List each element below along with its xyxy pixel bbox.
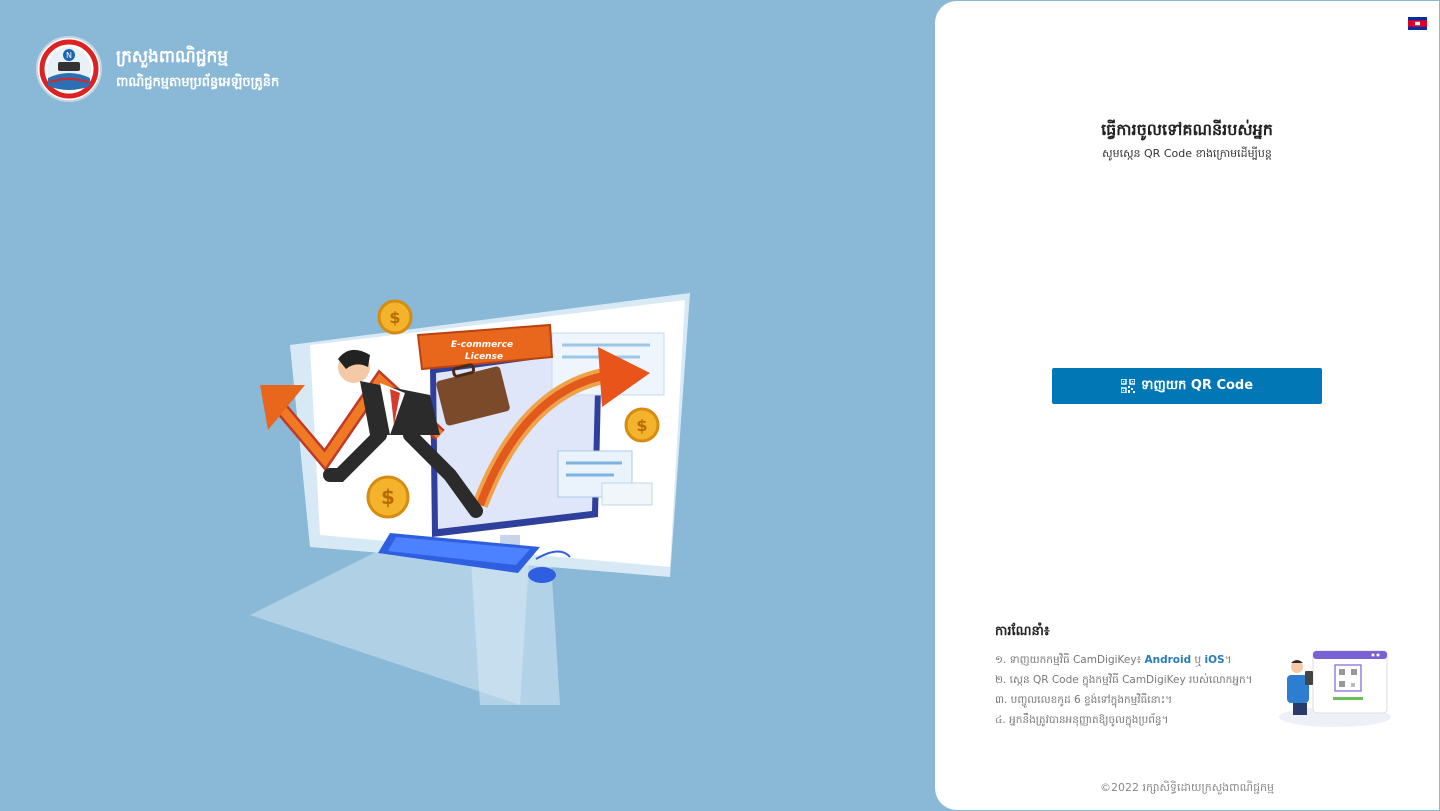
login-title: ធ្វើការចូលទៅគណនីរបស់អ្នក xyxy=(1101,120,1273,139)
coin-icon: $ xyxy=(366,475,410,519)
svg-text:N: N xyxy=(66,51,72,60)
cambodia-flag-icon[interactable] xyxy=(1408,17,1427,30)
get-qr-code-button[interactable]: ទាញយក QR Code xyxy=(1052,368,1322,404)
step-1-or: ឬ xyxy=(1191,654,1205,666)
ios-link[interactable]: iOS xyxy=(1204,654,1224,666)
qr-code-icon xyxy=(1120,379,1135,393)
footer-copyright: ©2022 រក្សាសិទ្ធិដោយក្រសួងពាណិជ្ជកម្ម xyxy=(1099,781,1275,794)
sign-text-line1: E-commerce xyxy=(451,340,513,350)
step-1-text: ១. ទាញយកកម្មវិធី CamDigiKey៖ xyxy=(995,654,1145,666)
login-panel: ធ្វើការចូលទៅគណនីរបស់អ្នក សូមស្កេន QR Cod… xyxy=(935,1,1439,810)
ministry-branding: ក្រសួងពាណិជ្ជកម្ម ពាណិជ្ជកម្មតាមប្រព័ន្ធ… xyxy=(116,46,279,94)
coin-icon: $ xyxy=(377,299,413,335)
svg-text:$: $ xyxy=(381,485,395,509)
login-subtitle: សូមស្កេន QR Code ខាងក្រោមដើម្បីបន្ត xyxy=(1102,147,1272,160)
instruction-step-2: ២. ស្កេន QR Code ក្នុងកម្មវិធី CamDigiKe… xyxy=(995,674,1253,686)
svg-text:$: $ xyxy=(389,308,400,327)
ministry-logo[interactable]: N xyxy=(36,36,102,102)
ministry-name: ក្រសួងពាណិជ្ជកម្ម xyxy=(116,47,229,67)
android-link[interactable]: Android xyxy=(1145,654,1192,666)
hero-panel: N ក្រសួងពាណិជ្ជកម្ម ពាណិជ្ជកម្មតាមប្រព័ន… xyxy=(0,0,960,811)
scan-qr-illustration xyxy=(1279,650,1391,727)
instruction-step-3: ៣. បញ្ចូលលេខកូដ 6 ខ្ទង់ទៅក្នុងកម្មវិធីនោ… xyxy=(995,694,1173,706)
instruction-step-4: ៤. អ្នកនឹងត្រូវបានអនុញ្ញាតឱ្យចូលក្នុងប្រ… xyxy=(995,714,1169,726)
svg-text:$: $ xyxy=(636,416,647,435)
sign-text-line2: License xyxy=(465,352,503,362)
instruction-step-1: ១. ទាញយកកម្មវិធី CamDigiKey៖ Android ឬ i… xyxy=(995,650,1285,670)
ministry-seal-icon: N xyxy=(39,39,99,99)
get-qr-code-label: ទាញយក QR Code xyxy=(1140,377,1254,393)
step-1-suffix: ។ xyxy=(1224,654,1232,666)
instructions-heading: ការណែនាំ៖ xyxy=(995,624,1050,639)
ecommerce-illustration: E-commerce License $ $ $ xyxy=(250,293,690,705)
instructions: ការណែនាំ៖ ១. ទាញយកកម្មវិធី CamDigiKey៖ A… xyxy=(995,623,1285,730)
ministry-subtitle: ពាណិជ្ជកម្មតាមប្រព័ន្ធអេឡិចត្រូនិក xyxy=(116,75,280,90)
coin-icon: $ xyxy=(624,407,660,443)
